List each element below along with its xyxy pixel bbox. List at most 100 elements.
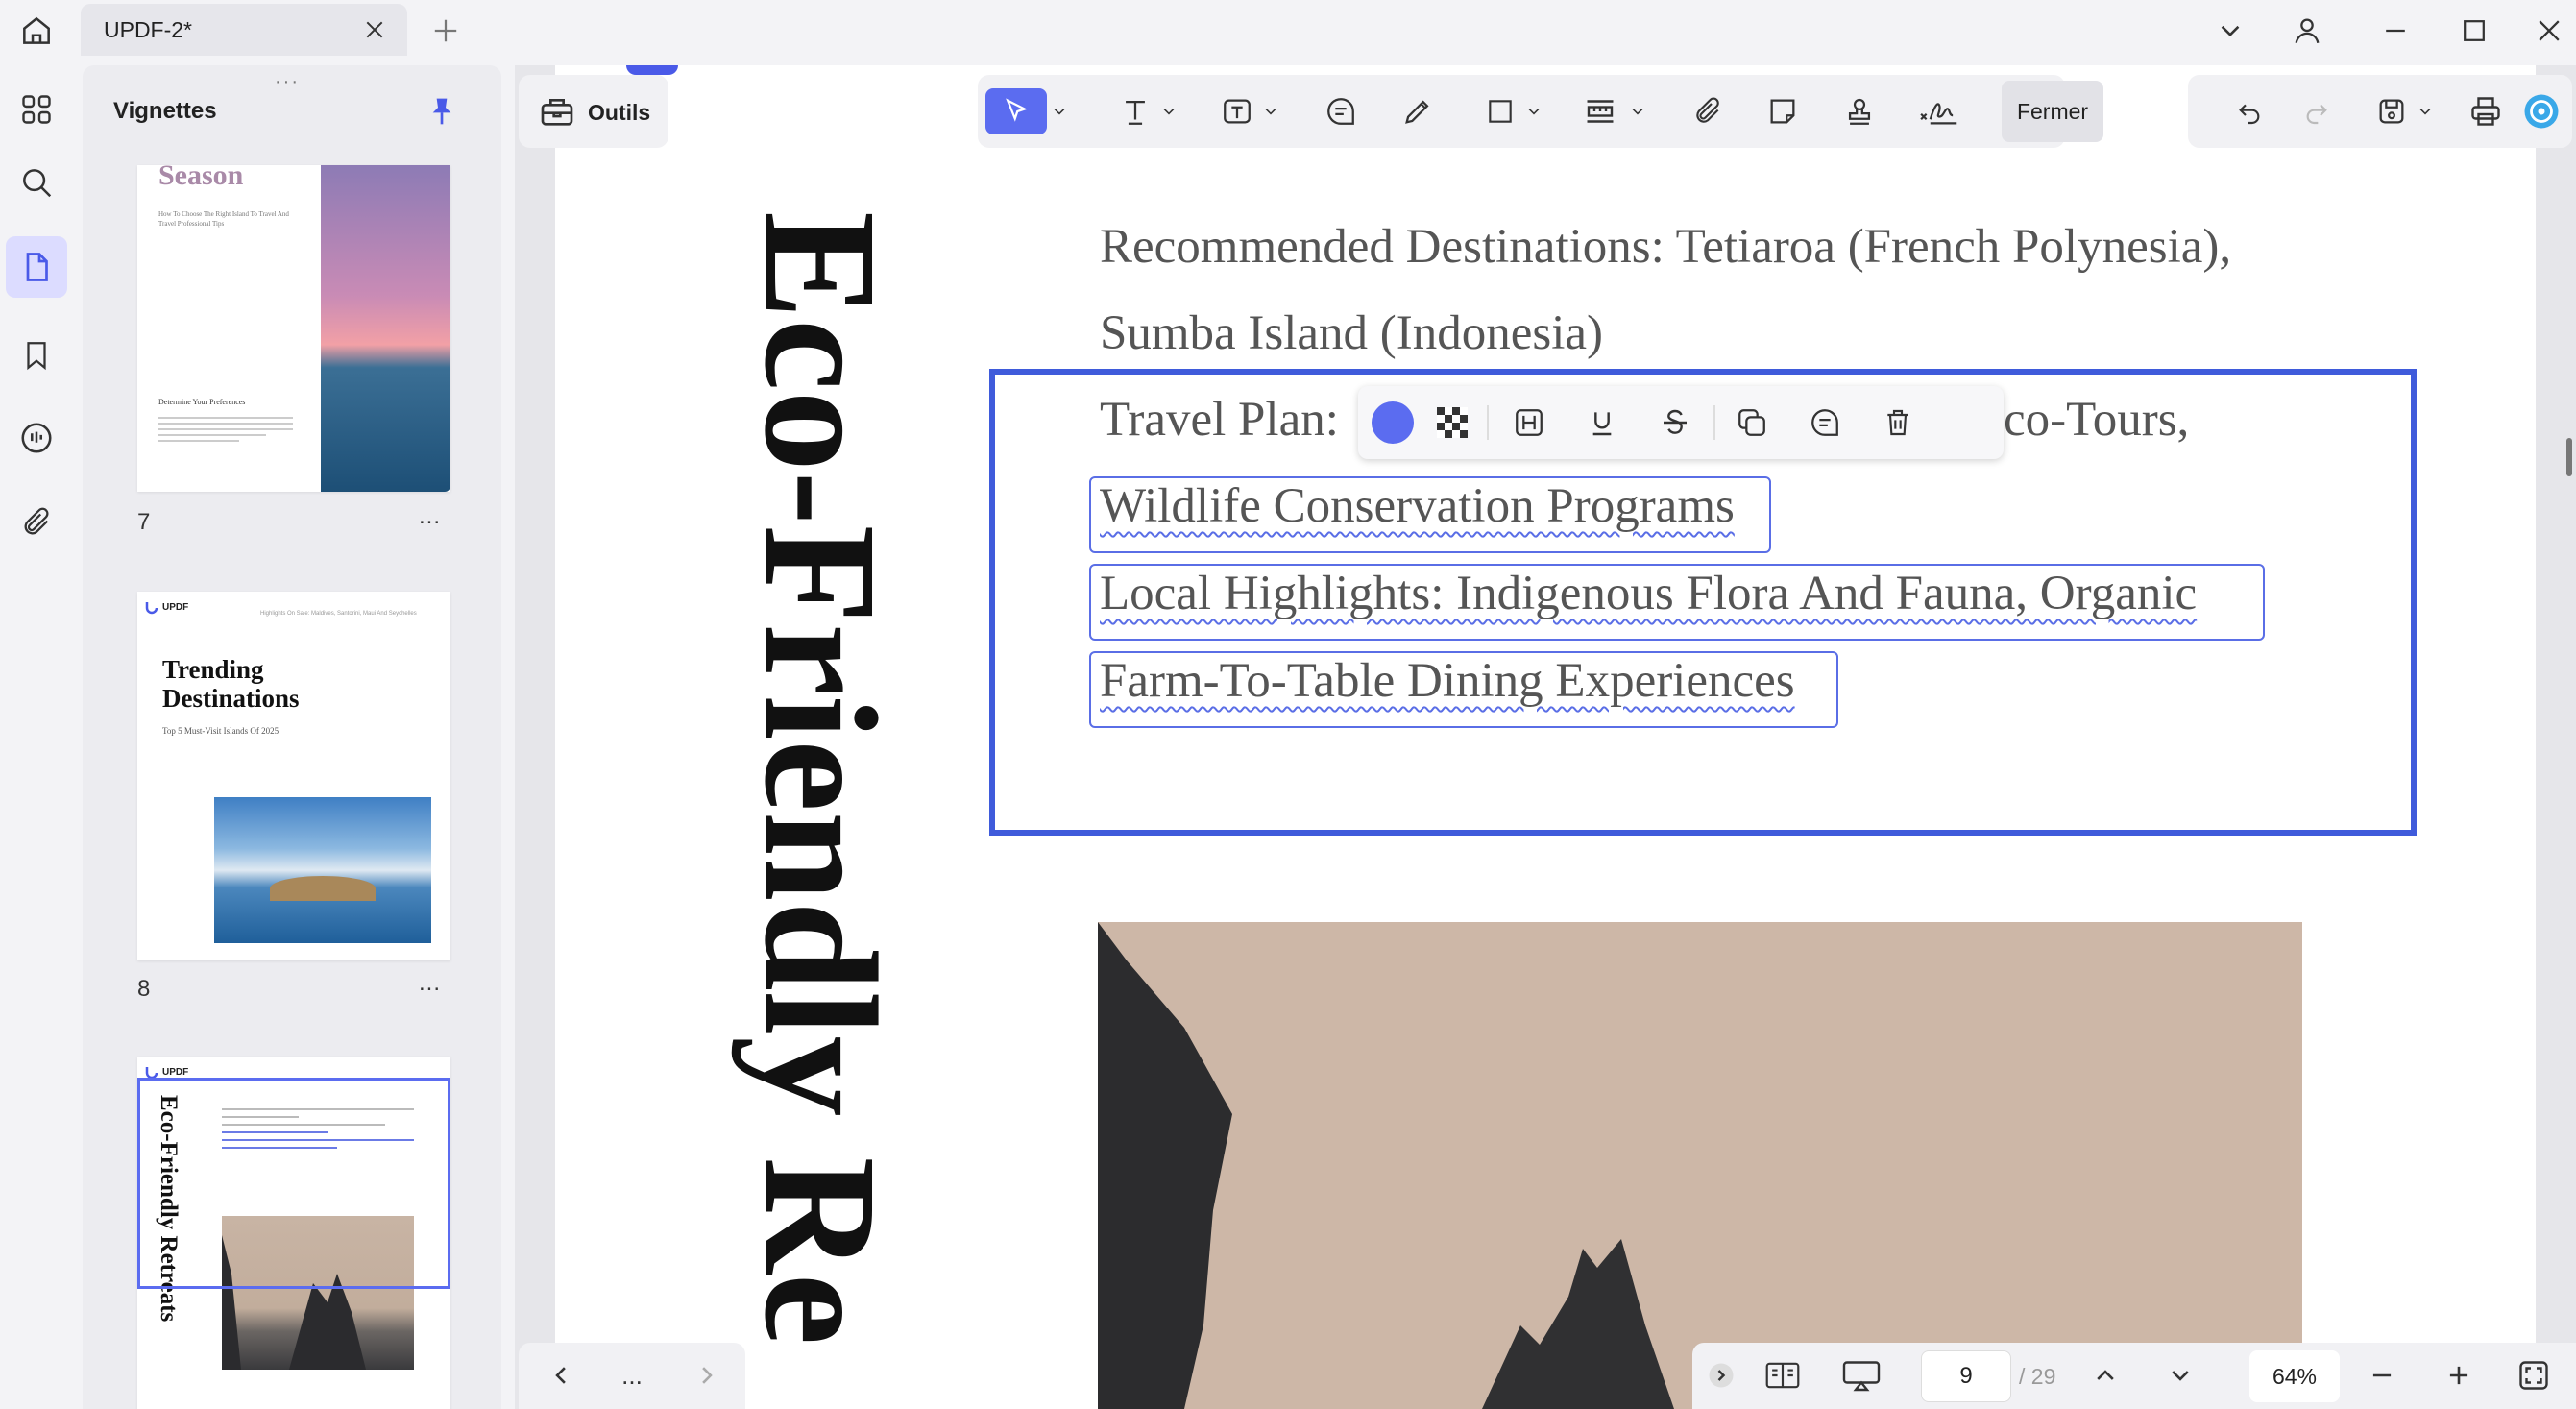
page-down-icon[interactable]	[2159, 1354, 2201, 1397]
thumb-body-lines	[158, 413, 293, 471]
comments-icon[interactable]	[6, 407, 67, 469]
document-tab[interactable]: UPDF-2*	[81, 4, 407, 56]
text-dropdown-icon[interactable]	[1158, 88, 1179, 134]
close-window-icon[interactable]	[2528, 10, 2570, 52]
right-toolbar	[2188, 75, 2572, 148]
collapse-icon[interactable]	[1704, 1354, 1738, 1397]
page-thumbnail-7[interactable]: Season How To Choose The Right Island To…	[137, 165, 450, 492]
attach-file-icon[interactable]	[1685, 88, 1731, 134]
thumb-subtitle: Top 5 Must-Visit Islands Of 2025	[162, 726, 279, 736]
close-tab-icon[interactable]	[357, 12, 392, 47]
fit-page-icon[interactable]	[2511, 1354, 2557, 1397]
avatar-indicator	[626, 65, 678, 75]
text-line-destinations[interactable]: Recommended Destinations: Tetiaroa (Fren…	[1100, 219, 2231, 275]
thumb-section: Determine Your Preferences	[158, 398, 246, 406]
thumbnail-panel: ··· Vignettes Season How To Choose The R…	[83, 65, 501, 1409]
sticky-note-icon[interactable]	[1760, 88, 1806, 134]
page-layout-icon[interactable]	[1760, 1354, 1806, 1397]
previous-icon[interactable]	[540, 1354, 582, 1397]
account-icon[interactable]	[2286, 10, 2328, 52]
pin-icon[interactable]	[423, 92, 461, 131]
text-line-sumba[interactable]: Sumba Island (Indonesia)	[1100, 305, 1603, 361]
print-icon[interactable]	[2463, 88, 2509, 134]
attachment-icon[interactable]	[6, 492, 67, 553]
thumbnails-icon[interactable]	[6, 236, 67, 298]
undo-icon[interactable]	[2226, 88, 2272, 134]
page-total: / 29	[2019, 1364, 2056, 1389]
pen-icon[interactable]	[1395, 88, 1441, 134]
panel-grip[interactable]: ···	[275, 71, 300, 93]
strikethrough-icon[interactable]	[1652, 400, 1698, 446]
page-thumbnail-9[interactable]: UPDF Eco-Friendly Retreats	[137, 1057, 450, 1409]
minimize-icon[interactable]	[2374, 10, 2417, 52]
redo-icon[interactable]	[2294, 88, 2340, 134]
ai-assistant-icon[interactable]	[2516, 88, 2566, 134]
page-up-icon[interactable]	[2084, 1354, 2126, 1397]
thumb-header-note: Highlights On Sale: Maldives, Santorini,…	[260, 611, 417, 617]
save-icon[interactable]	[2369, 88, 2415, 134]
divider	[1487, 405, 1489, 440]
vertical-title[interactable]: Eco-Friendly Re	[727, 211, 912, 1345]
shape-dropdown-icon[interactable]	[1523, 88, 1544, 134]
zoom-in-icon[interactable]	[2438, 1354, 2480, 1397]
highlight-icon[interactable]	[1506, 400, 1552, 446]
annotation-popup	[1358, 386, 2004, 459]
thumb-heading: Trending Destinations	[162, 655, 300, 713]
organize-icon[interactable]	[6, 79, 67, 140]
stamp-icon[interactable]	[1836, 88, 1883, 134]
comment-icon[interactable]	[1318, 88, 1364, 134]
search-icon[interactable]	[6, 152, 67, 213]
select-tool-icon[interactable]	[985, 88, 1047, 134]
viewport-indicator[interactable]	[137, 1078, 450, 1289]
vertical-scrollbar[interactable]	[2566, 438, 2572, 476]
text-box-icon[interactable]	[1214, 88, 1260, 134]
chevron-down-icon[interactable]	[2209, 10, 2251, 52]
left-rail	[0, 60, 73, 1409]
measure-icon[interactable]	[1577, 88, 1623, 134]
presentation-icon[interactable]	[1836, 1354, 1886, 1397]
home-icon[interactable]	[15, 10, 58, 52]
thumb-subtext: How To Choose The Right Island To Travel…	[158, 210, 289, 228]
text-tool-icon[interactable]	[1112, 88, 1158, 134]
tools-label: Outils	[588, 100, 651, 125]
page-thumbnail-8[interactable]: UPDF Highlights On Sale: Maldives, Santo…	[137, 592, 450, 960]
bottom-toolbar: 9 / 29 64%	[1692, 1343, 2576, 1409]
thumb-more-button[interactable]: ...	[419, 970, 441, 997]
rectangle-icon[interactable]	[1477, 88, 1523, 134]
color-picker-button[interactable]	[1370, 400, 1416, 446]
page-number-input[interactable]: 9	[1921, 1350, 2011, 1402]
more-button[interactable]: ...	[611, 1354, 653, 1397]
page-navigation: ...	[519, 1343, 745, 1409]
delete-icon[interactable]	[1875, 400, 1921, 446]
underline-icon[interactable]	[1579, 400, 1625, 446]
annotation-toolbar: Fermer	[978, 75, 2103, 148]
bookmark-icon[interactable]	[6, 325, 67, 386]
measure-dropdown-icon[interactable]	[1627, 88, 1648, 134]
sunset-image	[321, 165, 450, 492]
title-bar: UPDF-2*	[0, 0, 2576, 60]
thumb-more-button[interactable]: ...	[419, 503, 441, 530]
maximize-icon[interactable]	[2453, 10, 2495, 52]
save-dropdown-icon[interactable]	[2415, 88, 2436, 134]
close-tools-button[interactable]: Fermer	[2002, 81, 2103, 142]
zoom-level[interactable]: 64%	[2249, 1350, 2340, 1402]
opacity-icon[interactable]	[1429, 400, 1475, 446]
copy-icon[interactable]	[1729, 400, 1775, 446]
signature-icon[interactable]	[1909, 88, 1967, 134]
thumb-page-number: 8	[137, 976, 151, 1002]
zoom-out-icon[interactable]	[2361, 1354, 2403, 1397]
tab-title: UPDF-2*	[104, 17, 193, 42]
toolbox-icon	[538, 92, 576, 131]
color-swatch	[1372, 401, 1414, 444]
thumb-page-number: 7	[137, 509, 151, 535]
new-tab-icon[interactable]	[425, 10, 467, 52]
updf-logo: UPDF	[145, 599, 188, 615]
tools-button[interactable]: Outils	[519, 75, 668, 148]
divider	[1713, 405, 1715, 440]
next-icon[interactable]	[686, 1354, 728, 1397]
comment-icon[interactable]	[1802, 400, 1848, 446]
select-dropdown-icon[interactable]	[1049, 88, 1070, 134]
text-box-dropdown-icon[interactable]	[1260, 88, 1281, 134]
rock-photo	[1098, 922, 2302, 1409]
panel-title: Vignettes	[113, 98, 217, 124]
